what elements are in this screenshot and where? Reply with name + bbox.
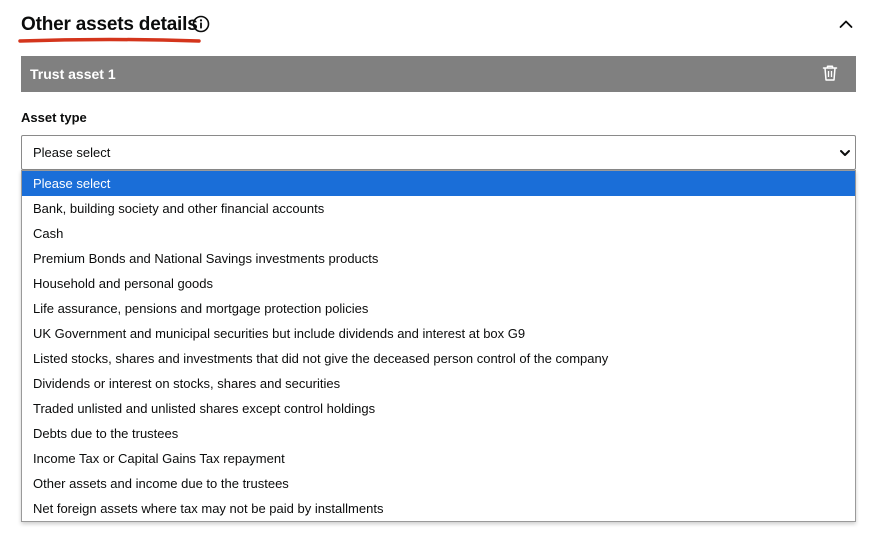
dropdown-option[interactable]: Life assurance, pensions and mortgage pr… [22, 296, 855, 321]
dropdown-option-selected[interactable]: Please select [22, 171, 855, 196]
dropdown-option[interactable]: Listed stocks, shares and investments th… [22, 346, 855, 371]
trash-icon[interactable] [821, 64, 839, 82]
asset-type-label: Asset type [21, 110, 87, 125]
asset-type-options: Please select Bank, building society and… [21, 170, 856, 522]
dropdown-option[interactable]: Cash [22, 221, 855, 246]
dropdown-option[interactable]: Household and personal goods [22, 271, 855, 296]
section-header: Other assets details [18, 12, 857, 43]
dropdown-option[interactable]: Dividends or interest on stocks, shares … [22, 371, 855, 396]
dropdown-option[interactable]: Traded unlisted and unlisted shares exce… [22, 396, 855, 421]
select-current-value: Please select [33, 145, 111, 160]
asset-header-bar: Trust asset 1 [21, 56, 856, 92]
chevron-down-icon [840, 150, 850, 156]
dropdown-option[interactable]: Debts due to the trustees [22, 421, 855, 446]
title-underline [18, 37, 201, 43]
info-icon[interactable] [192, 15, 210, 33]
dropdown-option[interactable]: Other assets and income due to the trust… [22, 471, 855, 496]
chevron-up-icon[interactable] [837, 15, 855, 33]
section-title: Other assets details [21, 14, 198, 35]
asset-title: Trust asset 1 [30, 66, 116, 82]
dropdown-option[interactable]: Income Tax or Capital Gains Tax repaymen… [22, 446, 855, 471]
dropdown-option[interactable]: Premium Bonds and National Savings inves… [22, 246, 855, 271]
dropdown-option[interactable]: Bank, building society and other financi… [22, 196, 855, 221]
dropdown-option[interactable]: Net foreign assets where tax may not be … [22, 496, 855, 521]
dropdown-option[interactable]: UK Government and municipal securities b… [22, 321, 855, 346]
asset-type-select[interactable]: Please select [21, 135, 856, 170]
